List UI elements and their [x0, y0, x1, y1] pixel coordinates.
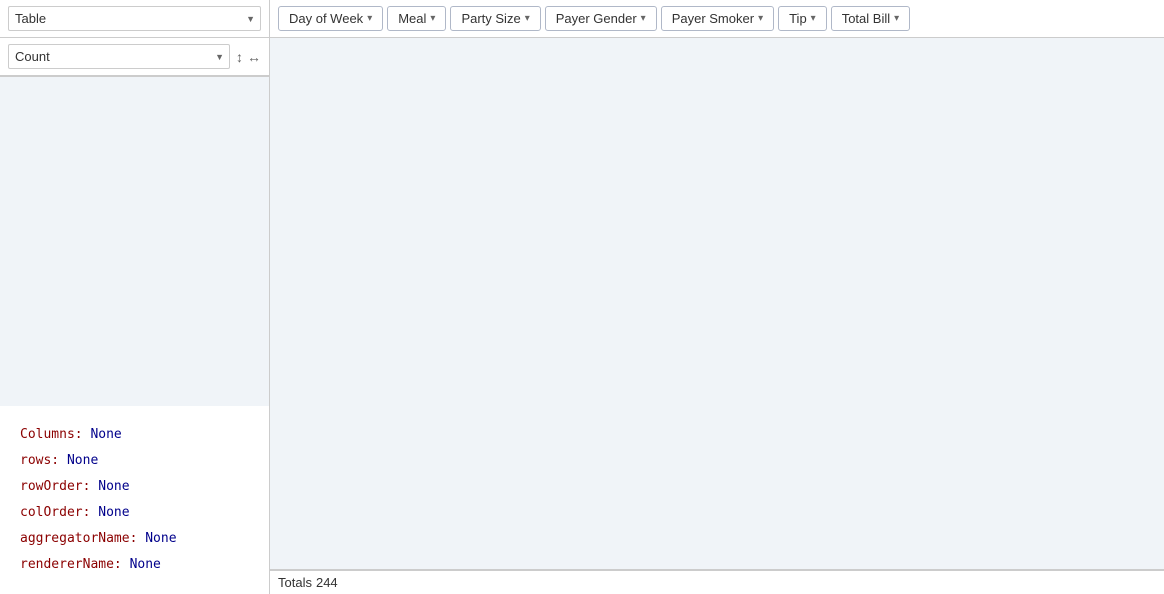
rowOrder-value: None	[98, 479, 129, 494]
info-rowOrder: rowOrder: None	[20, 474, 249, 500]
filter-payer-gender[interactable]: Payer Gender ▾	[545, 6, 657, 31]
aggregator-select[interactable]: Count Sum Average Min Max	[8, 44, 230, 69]
filter-payer-smoker-label: Payer Smoker	[672, 11, 754, 26]
filter-bar: Day of Week ▾ Meal ▾ Party Size ▾ Payer …	[270, 0, 1164, 38]
colOrder-key: colOrder:	[20, 505, 90, 520]
filter-total-bill[interactable]: Total Bill ▾	[831, 6, 910, 31]
renderer-select-wrapper: Table Bar Chart Line Chart Heatmap	[8, 6, 261, 31]
filter-day-of-week-arrow: ▾	[367, 13, 372, 24]
colOrder-value: None	[98, 505, 129, 520]
aggregatorName-key: aggregatorName:	[20, 531, 137, 546]
filter-party-size-label: Party Size	[461, 11, 520, 26]
aggregatorName-value: None	[145, 531, 176, 546]
filter-payer-gender-label: Payer Gender	[556, 11, 637, 26]
columns-value: None	[90, 427, 121, 442]
columns-key: Columns:	[20, 427, 83, 442]
info-colOrder: colOrder: None	[20, 500, 249, 526]
aggregator-select-row: Count Sum Average Min Max ↕ ↔	[0, 38, 269, 76]
totals-row: Totals 244	[270, 570, 1164, 594]
sort-vertical-icon[interactable]: ↕	[236, 49, 243, 65]
info-section: Columns: None rows: None rowOrder: None …	[0, 406, 269, 594]
filter-payer-smoker[interactable]: Payer Smoker ▾	[661, 6, 774, 31]
info-columns: Columns: None	[20, 422, 249, 448]
left-panel: Table Bar Chart Line Chart Heatmap Count…	[0, 0, 270, 594]
rows-value: None	[67, 453, 98, 468]
filter-payer-gender-arrow: ▾	[641, 13, 646, 24]
aggregator-select-wrapper: Count Sum Average Min Max	[8, 44, 230, 69]
filter-meal-label: Meal	[398, 11, 426, 26]
rendererName-value: None	[130, 557, 161, 572]
filter-party-size-arrow: ▾	[525, 13, 530, 24]
renderer-select[interactable]: Table Bar Chart Line Chart Heatmap	[8, 6, 261, 31]
filter-tip[interactable]: Tip ▾	[778, 6, 827, 31]
info-rendererName: rendererName: None	[20, 552, 249, 578]
totals-label: Totals	[278, 575, 312, 590]
right-panel: Day of Week ▾ Meal ▾ Party Size ▾ Payer …	[270, 0, 1164, 594]
renderer-select-row: Table Bar Chart Line Chart Heatmap	[0, 0, 269, 38]
filter-total-bill-label: Total Bill	[842, 11, 890, 26]
filter-tip-arrow: ▾	[811, 13, 816, 24]
left-top: Table Bar Chart Line Chart Heatmap Count…	[0, 0, 269, 77]
info-aggregatorName: aggregatorName: None	[20, 526, 249, 552]
filter-day-of-week[interactable]: Day of Week ▾	[278, 6, 383, 31]
filter-day-of-week-label: Day of Week	[289, 11, 363, 26]
filter-tip-label: Tip	[789, 11, 807, 26]
rows-key: rows:	[20, 453, 59, 468]
sort-icons: ↕ ↔	[236, 49, 261, 65]
filter-payer-smoker-arrow: ▾	[758, 13, 763, 24]
main-container: Table Bar Chart Line Chart Heatmap Count…	[0, 0, 1164, 594]
sort-horizontal-icon[interactable]: ↔	[247, 49, 261, 65]
data-area	[270, 38, 1164, 570]
rendererName-key: rendererName:	[20, 557, 122, 572]
filter-meal-arrow: ▾	[430, 13, 435, 24]
left-drag-area	[0, 77, 269, 406]
filter-party-size[interactable]: Party Size ▾	[450, 6, 540, 31]
info-rows: rows: None	[20, 448, 249, 474]
rowOrder-key: rowOrder:	[20, 479, 90, 494]
filter-meal[interactable]: Meal ▾	[387, 6, 446, 31]
filter-total-bill-arrow: ▾	[894, 13, 899, 24]
totals-value: 244	[316, 575, 338, 590]
